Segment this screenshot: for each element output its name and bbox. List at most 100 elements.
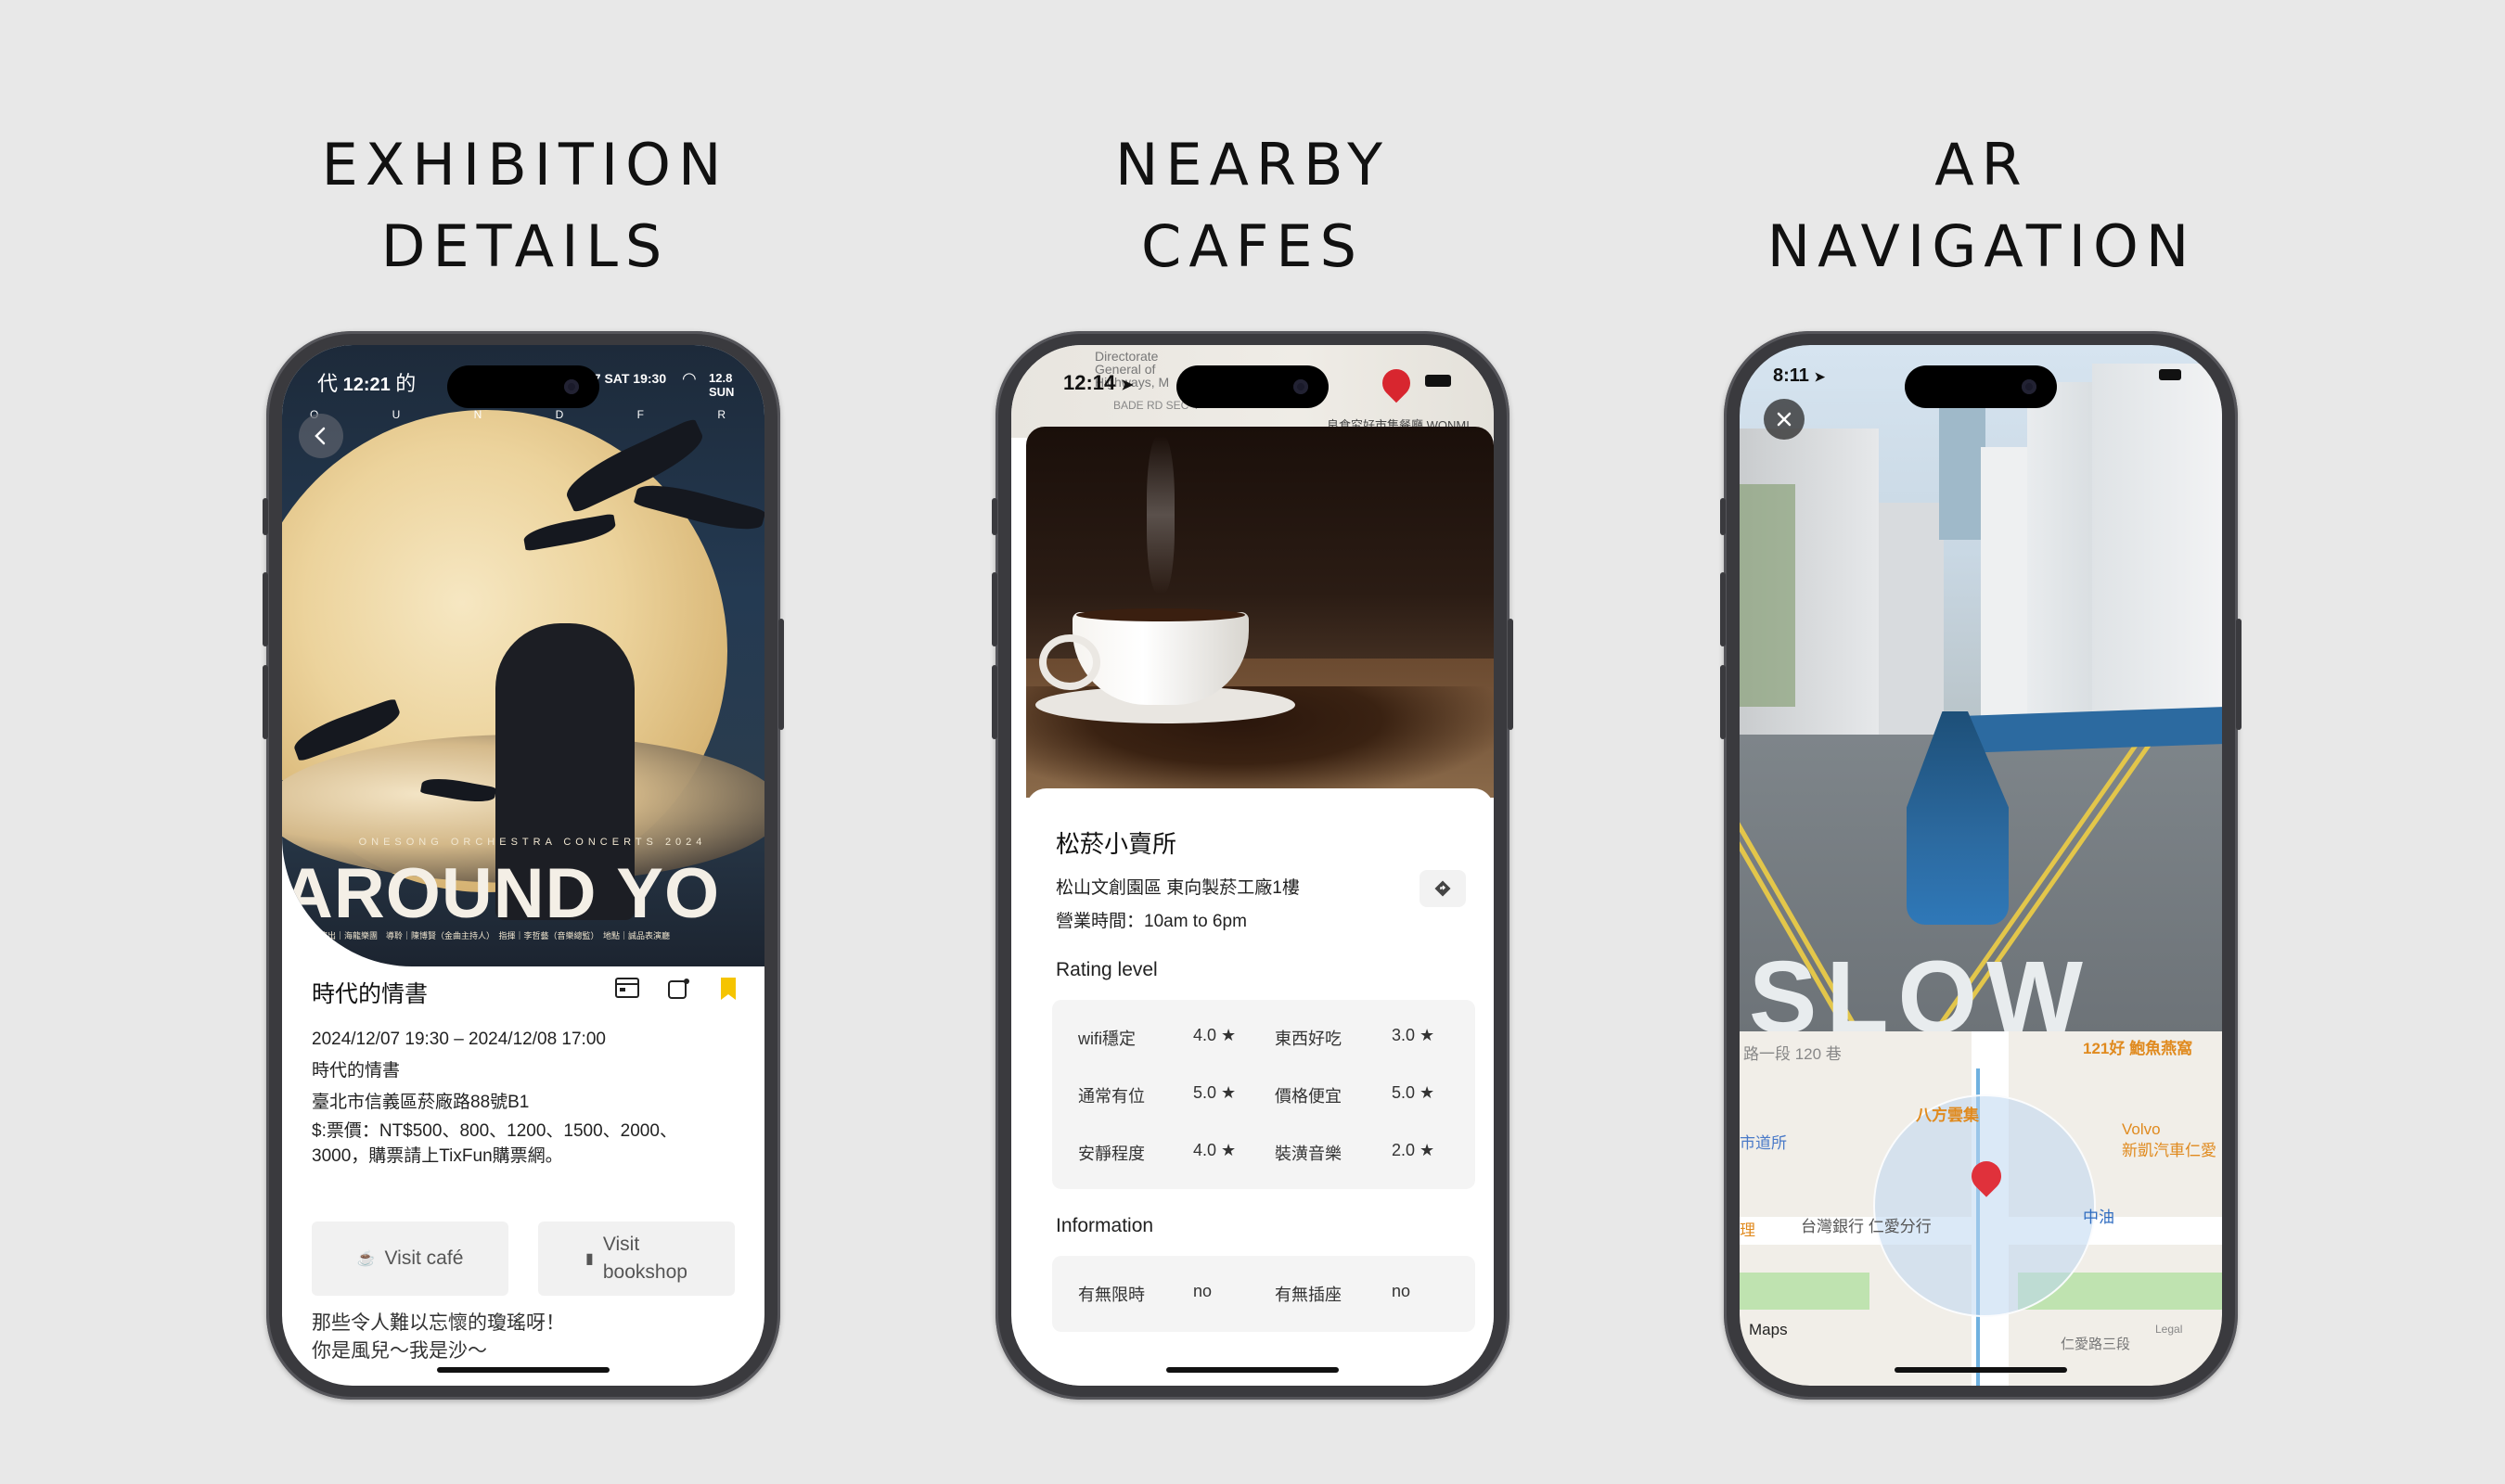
phone-exhibition: O U N D F R O M F O R M O ONESONG ORCHES… (263, 331, 784, 1400)
dynamic-island (447, 365, 599, 408)
cafe-detail-sheet: 松菸小賣所 松山文創園區 東向製菸工廠1樓 營業時間：10am to 6pm R… (1026, 788, 1494, 1386)
description-line: 那些令人難以忘懷的瓊瑤呀！ (312, 1312, 565, 1334)
heading-ar-navigation: AR NAVIGATION (1703, 124, 2260, 288)
visit-bookshop-label-2: bookshop (602, 1261, 687, 1283)
close-button[interactable] (1764, 399, 1805, 440)
dynamic-island (1905, 365, 2057, 408)
rating-label: 東西好吃 (1275, 1030, 1342, 1048)
rating-value: 5.0 ★ (1392, 1083, 1435, 1102)
cafe-photo (1026, 427, 1494, 798)
rating-value: 4.0 ★ (1193, 1141, 1237, 1159)
bookmark-icon[interactable] (718, 976, 739, 1002)
heading-line: NAVIGATION (1766, 212, 2197, 280)
maps-attribution: Maps (1749, 1321, 1788, 1338)
directions-icon (1434, 880, 1451, 897)
exhibition-price: $:票價：NT$500、800、1200、1500、2000、 (312, 1121, 677, 1141)
rating-value: 4.0 ★ (1193, 1026, 1237, 1044)
exhibition-details: 時代的情書 2024/12/07 19:30 – 2024/12/08 17:0… (312, 976, 739, 1169)
exhibition-poster: O U N D F R O M F O R M O ONESONG ORCHES… (282, 345, 764, 966)
description-line: 你是風兒～我是沙～ (312, 1340, 487, 1362)
map-label: Volvo (2122, 1120, 2161, 1138)
rating-value: 3.0 ★ (1392, 1026, 1435, 1044)
share-icon[interactable] (666, 976, 692, 1002)
location-arrow-icon: ➤ (1814, 369, 1826, 384)
legal-link[interactable]: Legal (2155, 1323, 2182, 1336)
rating-label: 安靜程度 (1078, 1145, 1145, 1163)
battery-icon (2159, 369, 2181, 380)
visit-bookshop-label: Visit (602, 1234, 640, 1255)
rating-label: 價格便宜 (1275, 1087, 1342, 1106)
status-mid-text: 的 (395, 372, 417, 395)
mini-map[interactable]: 路一段 120 巷 121好 鮑魚燕窩 八方雲集 市道所 Volvo 新凱汽車仁… (1740, 1031, 2222, 1386)
phone-ar-navigation: SLOW 8:11 ➤ 路一段 120 巷 121好 鮑魚燕窩 八方雲集 市道所 (1720, 331, 2242, 1400)
poster-top-text: O U N D F R O M F O R M O (310, 408, 764, 421)
chevron-left-icon (315, 427, 326, 445)
map-label: 理 (1740, 1222, 1755, 1239)
heading-line: DETAILS (380, 212, 670, 280)
status-time: 12:14 (1063, 371, 1116, 394)
ar-camera-view: SLOW (1740, 345, 2222, 1031)
map-label: 八方雲集 (1916, 1107, 1979, 1124)
close-icon (1777, 412, 1792, 427)
heading-line: EXHIBITION (321, 131, 729, 198)
map-label: 121好 鮑魚燕窩 (2083, 1040, 2193, 1057)
cafe-name: 松菸小賣所 (1056, 830, 1177, 858)
map-label: 中油 (2083, 1209, 2114, 1226)
exhibition-description: 那些令人難以忘懷的瓊瑤呀！ 你是風兒～我是沙～ (312, 1310, 565, 1365)
rating-value: 5.0 ★ (1193, 1083, 1237, 1102)
heading-exhibition-details: EXHIBITION DETAILS (247, 124, 803, 288)
status-left-text: 代 (317, 372, 339, 395)
rating-heading: Rating level (1056, 959, 1158, 980)
cafes-screen: Directorate General of Highways, M BADE … (1011, 345, 1494, 1386)
map-label: 路一段 120 巷 (1743, 1045, 1842, 1063)
info-value: no (1193, 1282, 1213, 1300)
wifi-icon: ◠ (682, 369, 697, 388)
calendar-icon[interactable] (614, 976, 640, 1000)
visit-bookshop-button[interactable]: ▮ Visit bookshop (538, 1222, 735, 1296)
status-time: 12:21 (342, 375, 391, 395)
ar-screen: SLOW 8:11 ➤ 路一段 120 巷 121好 鮑魚燕窩 八方雲集 市道所 (1740, 345, 2222, 1386)
information-table: 有無限時 no 有無插座 no (1052, 1256, 1475, 1332)
dynamic-island (1176, 365, 1329, 408)
home-indicator (1166, 1367, 1339, 1373)
directions-button[interactable] (1420, 870, 1466, 907)
heading-nearby-cafes: NEARBY CAFES (974, 124, 1531, 288)
exhibition-actions (614, 976, 739, 1002)
exhibition-price-cont: 3000，購票請上TixFun購票網。 (312, 1146, 563, 1166)
heading-line: NEARBY (1114, 131, 1391, 198)
rating-label: 通常有位 (1078, 1087, 1145, 1106)
exhibition-subtitle: 時代的情書 (312, 1061, 401, 1081)
poster-subtitle: ONESONG ORCHESTRA CONCERTS 2024 (358, 837, 707, 848)
location-arrow-icon: ➤ (1121, 377, 1134, 393)
poster-credits: 演出｜海龍樂團 導聆｜陳博賢（金曲主持人） 指揮｜李哲藝（音樂總監） 地點｜誠品… (319, 931, 671, 940)
cafe-hours: 營業時間：10am to 6pm (1056, 912, 1247, 931)
heading-line: AR (1934, 131, 2029, 198)
info-label: 有無插座 (1275, 1286, 1342, 1304)
visit-cafe-button[interactable]: ☕ Visit café (312, 1222, 508, 1296)
coffee-cup-icon: ☕ (356, 1251, 376, 1267)
poster-title: AROUND YO (282, 854, 721, 933)
info-label: 有無限時 (1078, 1286, 1145, 1304)
status-bar: 12:14 ➤ (1063, 371, 1134, 395)
back-button[interactable] (299, 414, 343, 458)
rating-label: 裝潢音樂 (1275, 1145, 1342, 1163)
map-location-circle (1873, 1094, 2096, 1317)
rating-value: 2.0 ★ (1392, 1141, 1435, 1159)
map-label: 市道所 (1740, 1134, 1787, 1152)
cafe-address: 松山文創園區 東向製菸工廠1樓 (1056, 878, 1300, 898)
map-pin-icon[interactable] (1376, 363, 1417, 403)
battery-icon (1425, 375, 1451, 387)
heading-line: CAFES (1141, 212, 1364, 280)
map-label: 台灣銀行 仁愛分行 (1801, 1218, 1932, 1235)
status-time: 8:11 (1773, 365, 1809, 386)
map-label: 新凱汽車仁愛 (2122, 1142, 2216, 1159)
rating-label: wifi穩定 (1078, 1030, 1136, 1048)
road-marking-text: SLOW (1749, 940, 2092, 1031)
rating-table: wifi穩定 4.0 ★ 東西好吃 3.0 ★ 通常有位 5.0 ★ 價格便宜 … (1052, 1000, 1475, 1189)
book-icon: ▮ (585, 1251, 594, 1267)
status-bar: 8:11 ➤ (1773, 365, 1825, 387)
info-value: no (1392, 1282, 1411, 1300)
map-label: 仁愛路三段 (2061, 1337, 2131, 1352)
exhibition-screen: O U N D F R O M F O R M O ONESONG ORCHES… (282, 345, 764, 1386)
information-heading: Information (1056, 1215, 1154, 1236)
